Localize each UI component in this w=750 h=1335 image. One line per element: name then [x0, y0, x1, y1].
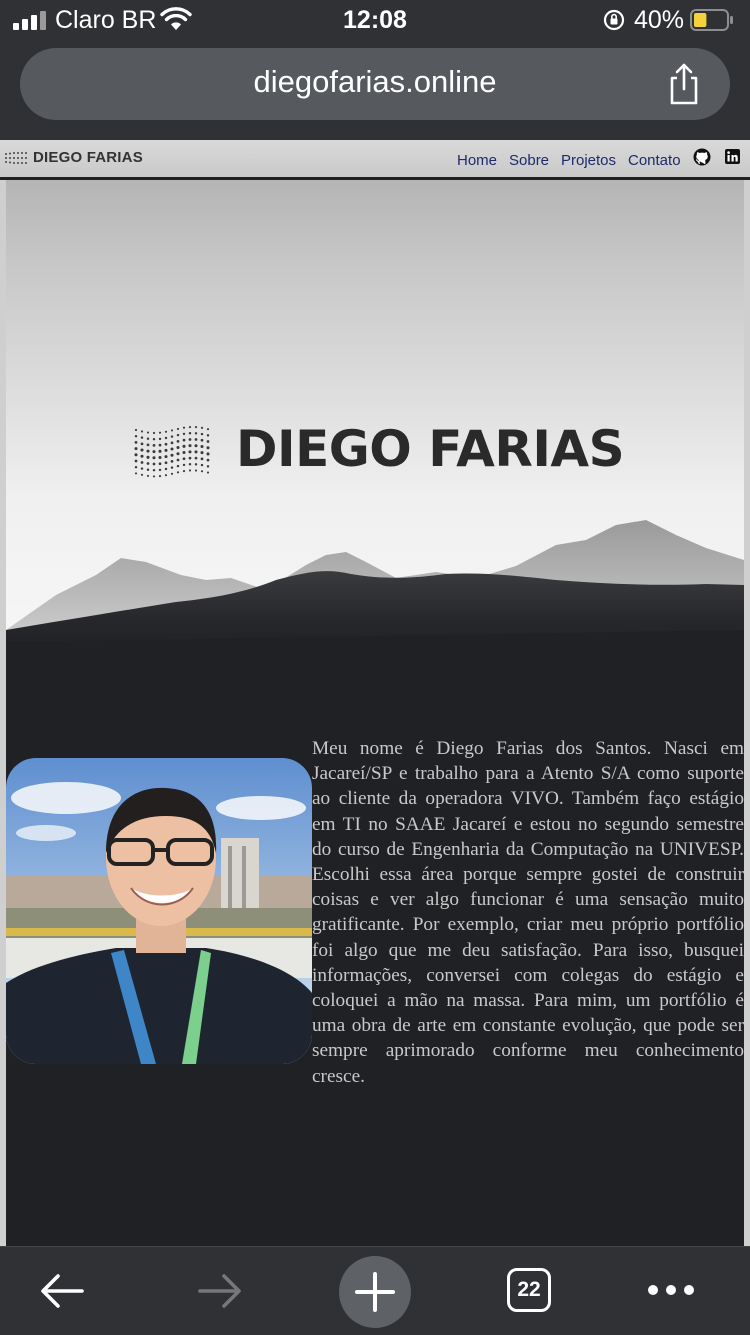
hero-section: DIEGO FARIAS Meu nome é Diego Farias dos…: [6, 180, 744, 1246]
tab-count-button[interactable]: 22: [507, 1268, 551, 1312]
web-page: DIEGO FARIAS Home Sobre Projetos Contato: [0, 140, 750, 1246]
nav-link-sobre[interactable]: Sobre: [509, 152, 549, 169]
linkedin-icon[interactable]: [725, 149, 740, 164]
new-tab-button[interactable]: [339, 1256, 411, 1328]
mountain-landscape-image: [6, 520, 744, 655]
nav-link-home[interactable]: Home: [457, 152, 497, 169]
share-icon[interactable]: [666, 62, 702, 106]
orientation-lock-icon: [603, 9, 625, 31]
hero-title: DIEGO FARIAS: [236, 420, 625, 478]
back-arrow-icon[interactable]: [38, 1271, 88, 1311]
battery-icon: [690, 9, 733, 31]
github-icon[interactable]: [693, 148, 711, 166]
battery-percentage: 40%: [634, 6, 685, 34]
url-text[interactable]: diegofarias.online: [20, 64, 730, 100]
plus-icon: [355, 1272, 395, 1312]
hero-logo-icon: [134, 425, 210, 478]
site-logo-icon[interactable]: [4, 151, 28, 165]
profile-photo: [6, 758, 312, 1064]
nav-link-projetos[interactable]: Projetos: [561, 152, 616, 169]
nav-link-contato[interactable]: Contato: [628, 152, 681, 169]
more-options-icon[interactable]: [646, 1283, 696, 1297]
browser-toolbar: 22: [0, 1246, 750, 1335]
status-bar: Claro BR 12:08 40%: [0, 0, 750, 42]
forward-arrow-icon[interactable]: [194, 1271, 244, 1311]
address-bar[interactable]: diegofarias.online: [20, 48, 730, 120]
bio-paragraph: Meu nome é Diego Farias dos Santos. Nasc…: [312, 738, 744, 1087]
site-navbar: DIEGO FARIAS Home Sobre Projetos Contato: [0, 140, 750, 180]
nav-brand[interactable]: DIEGO FARIAS: [33, 149, 143, 166]
